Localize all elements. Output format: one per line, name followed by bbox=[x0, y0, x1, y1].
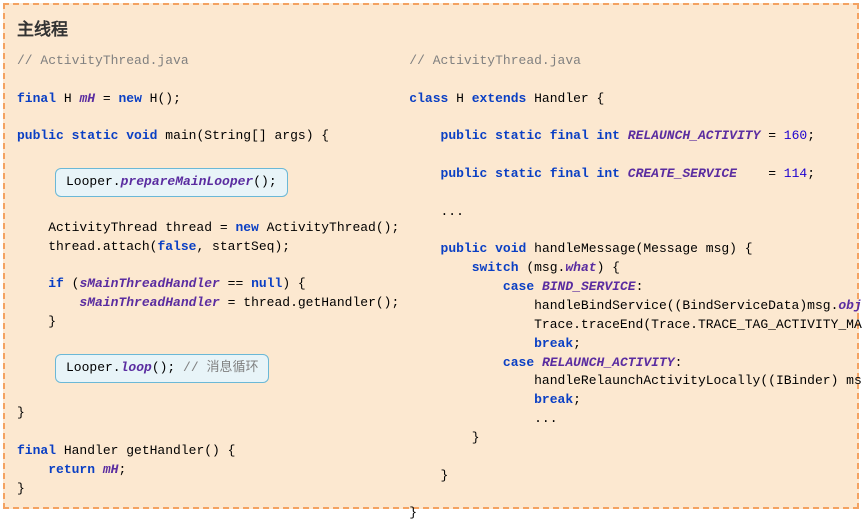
comment: // ActivityThread.java bbox=[17, 53, 189, 68]
op: = bbox=[95, 91, 118, 106]
method: prepareMainLooper bbox=[121, 174, 254, 189]
field: what bbox=[565, 260, 596, 275]
kw: false bbox=[157, 239, 196, 254]
text: = bbox=[760, 128, 783, 143]
text: thread.attach( bbox=[17, 239, 157, 254]
const: RELAUNCH_ACTIVITY bbox=[542, 355, 675, 370]
kw: void bbox=[126, 128, 157, 143]
highlight-prepare-main-looper: Looper.prepareMainLooper(); bbox=[55, 168, 288, 197]
text: ) { bbox=[597, 260, 620, 275]
text: H(); bbox=[142, 91, 181, 106]
text: } bbox=[17, 481, 25, 496]
kw: final bbox=[17, 91, 56, 106]
comment: // ActivityThread.java bbox=[409, 53, 581, 68]
left-code-block: // ActivityThread.java final H mH = new … bbox=[17, 52, 399, 523]
code-columns: // ActivityThread.java final H mH = new … bbox=[17, 52, 845, 523]
text: : bbox=[636, 279, 644, 294]
kw: break bbox=[534, 336, 573, 351]
text: handleRelaunchActivityLocally((IBinder) … bbox=[409, 373, 862, 388]
kw: public static final int bbox=[441, 166, 620, 181]
kw: case bbox=[503, 355, 534, 370]
text: ; bbox=[807, 166, 815, 181]
text: , startSeq); bbox=[196, 239, 290, 254]
const: RELAUNCH_ACTIVITY bbox=[628, 128, 761, 143]
text: ... bbox=[409, 411, 557, 426]
text: } bbox=[409, 505, 417, 520]
text: H bbox=[448, 91, 471, 106]
text: ... bbox=[409, 204, 464, 219]
text: Trace.traceEnd(Trace.TRACE_TAG_ACTIVITY_… bbox=[409, 317, 862, 332]
field: sMainThreadHandler bbox=[79, 276, 219, 291]
text: Looper. bbox=[66, 360, 121, 375]
number: 160 bbox=[784, 128, 807, 143]
kw: final bbox=[17, 443, 56, 458]
text: = bbox=[737, 166, 784, 181]
text: = thread.getHandler(); bbox=[220, 295, 399, 310]
text: ) { bbox=[282, 276, 305, 291]
text: (); bbox=[253, 174, 276, 189]
text: ; bbox=[807, 128, 815, 143]
comment: // 消息循环 bbox=[175, 360, 258, 375]
kw: extends bbox=[472, 91, 527, 106]
method: loop bbox=[121, 360, 152, 375]
kw: switch bbox=[472, 260, 519, 275]
text: } bbox=[409, 468, 448, 483]
right-code-block: // ActivityThread.java class H extends H… bbox=[409, 52, 862, 523]
kw: public static final int bbox=[441, 128, 620, 143]
kw: class bbox=[409, 91, 448, 106]
kw: new bbox=[118, 91, 141, 106]
text: } bbox=[17, 405, 25, 420]
text: ; bbox=[573, 392, 581, 407]
text: Handler getHandler() { bbox=[56, 443, 235, 458]
kw: static bbox=[72, 128, 119, 143]
number: 114 bbox=[784, 166, 807, 181]
text: ; bbox=[118, 462, 126, 477]
field: mH bbox=[103, 462, 119, 477]
text: == bbox=[220, 276, 251, 291]
text: ( bbox=[64, 276, 80, 291]
text: Handler { bbox=[526, 91, 604, 106]
field: sMainThreadHandler bbox=[79, 295, 219, 310]
text: } bbox=[409, 430, 479, 445]
type: H bbox=[64, 91, 72, 106]
text: (); bbox=[152, 360, 175, 375]
text: } bbox=[17, 314, 56, 329]
kw: break bbox=[534, 392, 573, 407]
text: ActivityThread thread = bbox=[17, 220, 235, 235]
const: CREATE_SERVICE bbox=[628, 166, 737, 181]
kw: null bbox=[251, 276, 282, 291]
highlight-looper-loop: Looper.loop(); // 消息循环 bbox=[55, 354, 269, 383]
panel-title: 主线程 bbox=[17, 15, 845, 40]
text: : bbox=[675, 355, 683, 370]
text: ActivityThread(); bbox=[259, 220, 399, 235]
text: ; bbox=[573, 336, 581, 351]
field: mH bbox=[79, 91, 95, 106]
text: Looper. bbox=[66, 174, 121, 189]
const: BIND_SERVICE bbox=[542, 279, 636, 294]
main-thread-panel: 主线程 // ActivityThread.java final H mH = … bbox=[3, 3, 859, 509]
text: handleMessage(Message msg) { bbox=[526, 241, 752, 256]
kw: public void bbox=[441, 241, 527, 256]
kw: return bbox=[48, 462, 95, 477]
kw: new bbox=[235, 220, 258, 235]
text: (msg. bbox=[519, 260, 566, 275]
kw: if bbox=[48, 276, 64, 291]
kw: public bbox=[17, 128, 64, 143]
field: obj bbox=[838, 298, 861, 313]
text: handleBindService((BindServiceData)msg. bbox=[409, 298, 838, 313]
kw: case bbox=[503, 279, 534, 294]
text: main(String[] args) { bbox=[157, 128, 329, 143]
